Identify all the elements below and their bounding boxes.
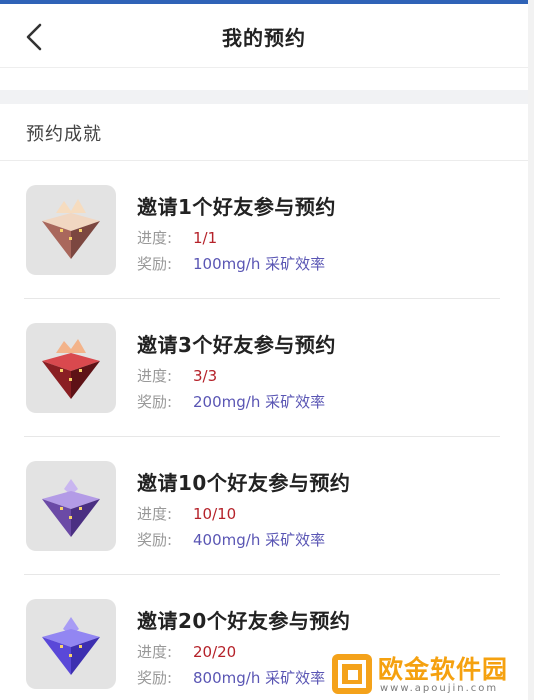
progress-label: 进度: xyxy=(137,505,173,523)
progress-label: 进度: xyxy=(137,229,173,247)
watermark-url: www.apoujin.com xyxy=(380,683,499,694)
section-separator xyxy=(0,90,528,104)
reward-value: 100mg/h 采矿效率 xyxy=(193,255,326,273)
achievement-item[interactable]: 邀请3个好友参与预约 进度: 3/3 奖励: 200mg/h 采矿效率 xyxy=(0,299,528,437)
reward-label: 奖励: xyxy=(137,255,173,273)
progress-value: 3/3 xyxy=(193,367,218,385)
reward-label: 奖励: xyxy=(137,393,173,411)
reward-value: 800mg/h 采矿效率 xyxy=(193,669,326,687)
reward-row: 奖励: 200mg/h 采矿效率 xyxy=(137,391,325,412)
achievement-title: 邀请10个好友参与预约 xyxy=(137,471,351,495)
achievement-item[interactable]: 邀请1个好友参与预约 进度: 1/1 奖励: 100mg/h 采矿效率 xyxy=(0,161,528,299)
reward-row: 奖励: 100mg/h 采矿效率 xyxy=(137,253,325,274)
progress-row: 进度: 20/20 xyxy=(137,641,236,662)
reward-value: 400mg/h 采矿效率 xyxy=(193,531,326,549)
watermark-logo-icon xyxy=(332,654,372,694)
nav-header: 我的预约 xyxy=(0,4,528,68)
achievement-title: 邀请3个好友参与预约 xyxy=(137,333,336,357)
progress-label: 进度: xyxy=(137,643,173,661)
progress-value: 1/1 xyxy=(193,229,218,247)
brown-crystal-badge-icon xyxy=(26,185,116,275)
progress-row: 进度: 3/3 xyxy=(137,365,217,386)
progress-row: 进度: 1/1 xyxy=(137,227,217,248)
watermark-text: 欧金软件园 xyxy=(378,655,509,684)
reward-row: 奖励: 400mg/h 采矿效率 xyxy=(137,529,325,550)
reward-row: 奖励: 800mg/h 采矿效率 xyxy=(137,667,325,688)
section-title: 预约成就 xyxy=(26,124,102,145)
right-edge-strip xyxy=(528,0,534,700)
reward-value: 200mg/h 采矿效率 xyxy=(193,393,326,411)
achievement-item[interactable]: 邀请10个好友参与预约 进度: 10/10 奖励: 400mg/h 采矿效率 xyxy=(0,437,528,575)
blue-violet-crystal-badge-icon xyxy=(26,599,116,689)
progress-label: 进度: xyxy=(137,367,173,385)
purple-crystal-badge-icon xyxy=(26,461,116,551)
reward-label: 奖励: xyxy=(137,669,173,687)
reward-label: 奖励: xyxy=(137,531,173,549)
progress-row: 进度: 10/10 xyxy=(137,503,236,524)
red-crystal-badge-icon xyxy=(26,323,116,413)
achievement-title: 邀请1个好友参与预约 xyxy=(137,195,336,219)
progress-value: 20/20 xyxy=(193,643,237,661)
progress-value: 10/10 xyxy=(193,505,237,523)
achievement-title: 邀请20个好友参与预约 xyxy=(137,609,351,633)
page-title: 我的预约 xyxy=(222,26,306,50)
watermark: 欧金软件园 www.apoujin.com xyxy=(332,652,528,696)
